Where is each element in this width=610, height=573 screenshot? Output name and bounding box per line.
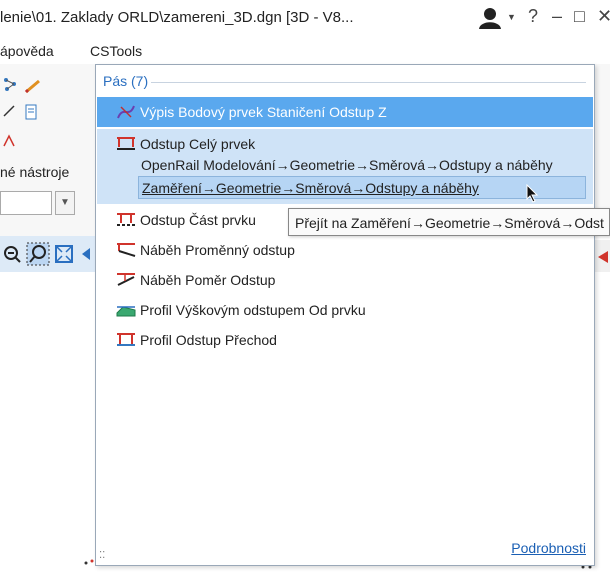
view-toolbar — [0, 236, 95, 273]
result-item-profil-vyskovym[interactable]: Profil Výškovým odstupem Od prvku — [97, 295, 593, 325]
result-item-label: Profil Výškovým odstupem Od prvku — [140, 302, 366, 318]
result-item-nabeh-pomer[interactable]: Náběh Poměr Odstup — [97, 265, 593, 295]
close-window-button[interactable]: ✕ — [597, 6, 610, 27]
menu-bar: ápověda CSTools ✕ ▼ — [0, 36, 610, 98]
title-bar: lenie\01. Zaklady ORLD\zamereni_3D.dgn [… — [0, 0, 610, 36]
section-divider — [151, 82, 586, 83]
minimize-button[interactable]: – — [552, 6, 562, 27]
result-path-label: Zaměření→Geometrie→Směrová→Odstupy a náb… — [142, 180, 479, 196]
result-item-odstup-cely[interactable]: Odstup Celý prvek — [97, 129, 593, 159]
offset-entire-icon — [117, 137, 135, 150]
window-title: lenie\01. Zaklady ORLD\zamereni_3D.dgn [… — [0, 9, 354, 26]
tooltip-text: Přejít na Zaměření→Geometrie→Směrová→Ods… — [295, 215, 604, 231]
zoom-out-icon[interactable] — [2, 244, 22, 264]
user-icon[interactable] — [478, 6, 504, 30]
help-button[interactable]: ? — [528, 6, 538, 27]
curve-measure-icon — [117, 105, 135, 119]
combo-box[interactable] — [0, 191, 52, 215]
line-tool-icon[interactable] — [2, 104, 16, 118]
network-icon[interactable] — [2, 76, 18, 92]
profile-transition-icon — [117, 333, 135, 346]
result-item-label: Profil Odstup Přechod — [140, 332, 277, 348]
menu-help[interactable]: ápověda — [0, 43, 54, 59]
result-item-vypis[interactable]: Výpis Bodový prvek Staničení Odstup Z — [97, 97, 593, 127]
taper-ratio-icon — [117, 273, 135, 286]
search-results-dropdown: Pás (7) Výpis Bodový prvek Staničení Ods… — [95, 64, 595, 566]
result-item-label: Náběh Proměnný odstup — [140, 242, 295, 258]
zoom-window-icon[interactable] — [26, 242, 50, 266]
menu-cstools[interactable]: CSTools — [90, 43, 142, 59]
document-icon[interactable] — [24, 104, 38, 120]
result-path-zamereni-link[interactable]: Zaměření→Geometrie→Směrová→Odstupy a náb… — [138, 176, 586, 199]
result-item-label: Odstup Část prvku — [140, 212, 256, 228]
chevron-down-icon[interactable]: ▼ — [55, 191, 75, 215]
section-header: Pás (7) — [103, 73, 149, 89]
red-marker-icon — [598, 251, 608, 263]
toolbar-right-strip — [595, 240, 610, 272]
ribbon-panel: né nástroje ▼ — [0, 64, 96, 236]
result-item-profil-odstup[interactable]: Profil Odstup Přechod — [97, 325, 593, 355]
rotate-view-icon[interactable] — [80, 244, 94, 264]
tooltip: Přejít na Zaměření→Geometrie→Směrová→Ods… — [288, 208, 610, 236]
taper-variable-icon — [117, 243, 136, 257]
offset-partial-icon — [117, 213, 135, 226]
fit-view-icon[interactable] — [54, 244, 74, 264]
details-link[interactable]: Podrobnosti — [511, 540, 586, 556]
result-path-openrail[interactable]: OpenRail Modelování→Geometrie→Směrová→Od… — [141, 157, 553, 173]
maximize-button[interactable]: □ — [574, 6, 585, 27]
measure-icon[interactable] — [2, 134, 16, 148]
user-menu-chevron-icon[interactable]: ▼ — [507, 12, 516, 22]
result-item-label: Náběh Poměr Odstup — [140, 272, 276, 288]
result-item-nabeh-promenny[interactable]: Náběh Proměnný odstup — [97, 235, 593, 265]
result-item-label: Odstup Celý prvek — [140, 136, 256, 152]
profile-elevation-icon — [116, 306, 136, 317]
resize-grip-icon[interactable]: ⁚⁚ — [99, 550, 105, 561]
mouse-cursor-icon — [526, 184, 539, 203]
ribbon-group-label: né nástroje — [0, 164, 70, 180]
pencil-icon[interactable] — [24, 78, 42, 94]
result-item-label: Výpis Bodový prvek Staničení Odstup Z — [140, 104, 387, 120]
